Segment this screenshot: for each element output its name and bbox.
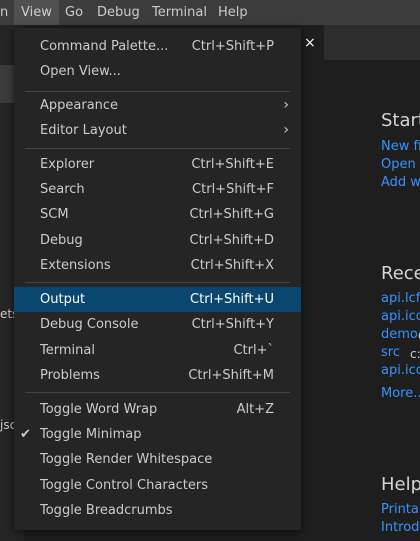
welcome-help-heading: Help [381,474,420,495]
menu-item-shortcut: Ctrl+Shift+D [189,233,274,248]
menu-item-terminal[interactable]: Terminal Ctrl+` [14,338,301,363]
chevron-right-icon: › [283,122,289,138]
menu-item-label: Extensions [40,258,111,273]
menu-item-label: Toggle Control Characters [40,478,209,493]
welcome-recent-item[interactable]: src [381,345,400,360]
welcome-help-link[interactable]: Printab [381,502,420,517]
menu-item-toggle-minimap[interactable]: ✔ Toggle Minimap [14,422,301,447]
menu-item-label: Output [40,292,86,307]
welcome-start-heading: Start [381,110,420,131]
welcome-start-link[interactable]: Open f [381,157,420,172]
menu-item-label: Toggle Minimap [40,427,142,442]
menu-item-scm[interactable]: SCM Ctrl+Shift+G [14,202,301,227]
menu-item-label: Toggle Breadcrumbs [40,503,173,518]
menu-item-toggle-render-whitespace[interactable]: Toggle Render Whitespace [14,447,301,472]
menubar-debug-menu[interactable]: Debug [97,0,140,25]
menubar-selection-menu[interactable]: n [0,0,8,25]
menu-item-debug[interactable]: Debug Ctrl+Shift+D [14,228,301,253]
menu-separator [25,91,290,92]
menubar-view-menu[interactable]: View [14,0,59,25]
menu-item-label: Debug Console [40,317,139,332]
menu-item-search[interactable]: Search Ctrl+Shift+F [14,177,301,202]
welcome-start-link[interactable]: New fi [381,139,420,154]
menu-separator [25,148,290,149]
welcome-recent-item[interactable]: demo [381,327,418,342]
menu-item-label: Toggle Render Whitespace [40,452,213,467]
menu-item-label: Appearance [40,98,119,113]
welcome-recent-heading: Rece [381,263,420,284]
chevron-right-icon: › [283,97,289,113]
menu-item-shortcut: Ctrl+Shift+M [188,368,274,383]
menu-item-editor-layout[interactable]: Editor Layout › [14,118,301,143]
welcome-recent-item[interactable]: api.lcfc [381,291,420,306]
menubar-terminal-menu[interactable]: Terminal [152,0,207,25]
menu-item-label: Search [40,182,85,197]
menu-item-toggle-breadcrumbs[interactable]: Toggle Breadcrumbs [14,498,301,523]
menu-item-shortcut: Ctrl+Shift+Y [191,317,274,332]
welcome-more-link[interactable]: More... [381,386,420,401]
menu-separator [25,392,290,393]
menu-item-label: Open View... [40,64,121,79]
menu-item-label: Terminal [40,343,95,358]
menu-item-debug-console[interactable]: Debug Console Ctrl+Shift+Y [14,312,301,337]
close-icon[interactable]: × [304,35,316,51]
menubar-help-menu[interactable]: Help [218,0,248,25]
menu-item-shortcut: Alt+Z [236,402,274,417]
menu-item-label: Debug [40,233,83,248]
menu-item-command-palette[interactable]: Command Palette... Ctrl+Shift+P [14,34,301,59]
menu-item-label: Editor Layout [40,123,127,138]
menu-item-extensions[interactable]: Extensions Ctrl+Shift+X [14,253,301,278]
menu-item-shortcut: Ctrl+Shift+P [191,39,274,54]
menu-separator [25,282,290,283]
menu-item-shortcut: Ctrl+Shift+U [190,292,274,307]
welcome-recent-path: c: [410,347,420,361]
menu-item-label: Problems [40,368,100,383]
menu-item-appearance[interactable]: Appearance › [14,93,301,118]
menu-item-label: Command Palette... [40,39,169,54]
menu-item-shortcut: Ctrl+Shift+E [191,157,274,172]
menu-item-shortcut: Ctrl+Shift+F [192,182,274,197]
menu-item-open-view[interactable]: Open View... [14,59,301,84]
menu-item-label: SCM [40,207,69,222]
menubar: n View Go Debug Terminal Help [0,0,420,25]
view-menu-dropdown: Command Palette... Ctrl+Shift+P Open Vie… [14,28,301,530]
menu-item-toggle-control-characters[interactable]: Toggle Control Characters [14,473,301,498]
welcome-recent-item[interactable]: api.icoa [381,309,420,324]
welcome-help-link[interactable]: Introdu [381,520,420,535]
menu-item-label: Explorer [40,157,95,172]
menu-item-problems[interactable]: Problems Ctrl+Shift+M [14,363,301,388]
menu-item-shortcut: Ctrl+Shift+G [189,207,274,222]
welcome-recent-item[interactable]: api.icoa [381,363,420,378]
menu-item-toggle-word-wrap[interactable]: Toggle Word Wrap Alt+Z [14,397,301,422]
menu-item-explorer[interactable]: Explorer Ctrl+Shift+E [14,152,301,177]
menu-item-shortcut: Ctrl+` [233,343,274,358]
menu-item-shortcut: Ctrl+Shift+X [190,258,274,273]
menu-item-output[interactable]: Output Ctrl+Shift+U [14,287,301,312]
welcome-start-link[interactable]: Add w [381,175,420,190]
menu-item-label: Toggle Word Wrap [40,402,158,417]
checkmark-icon: ✔ [20,427,31,442]
menubar-go-menu[interactable]: Go [65,0,83,25]
